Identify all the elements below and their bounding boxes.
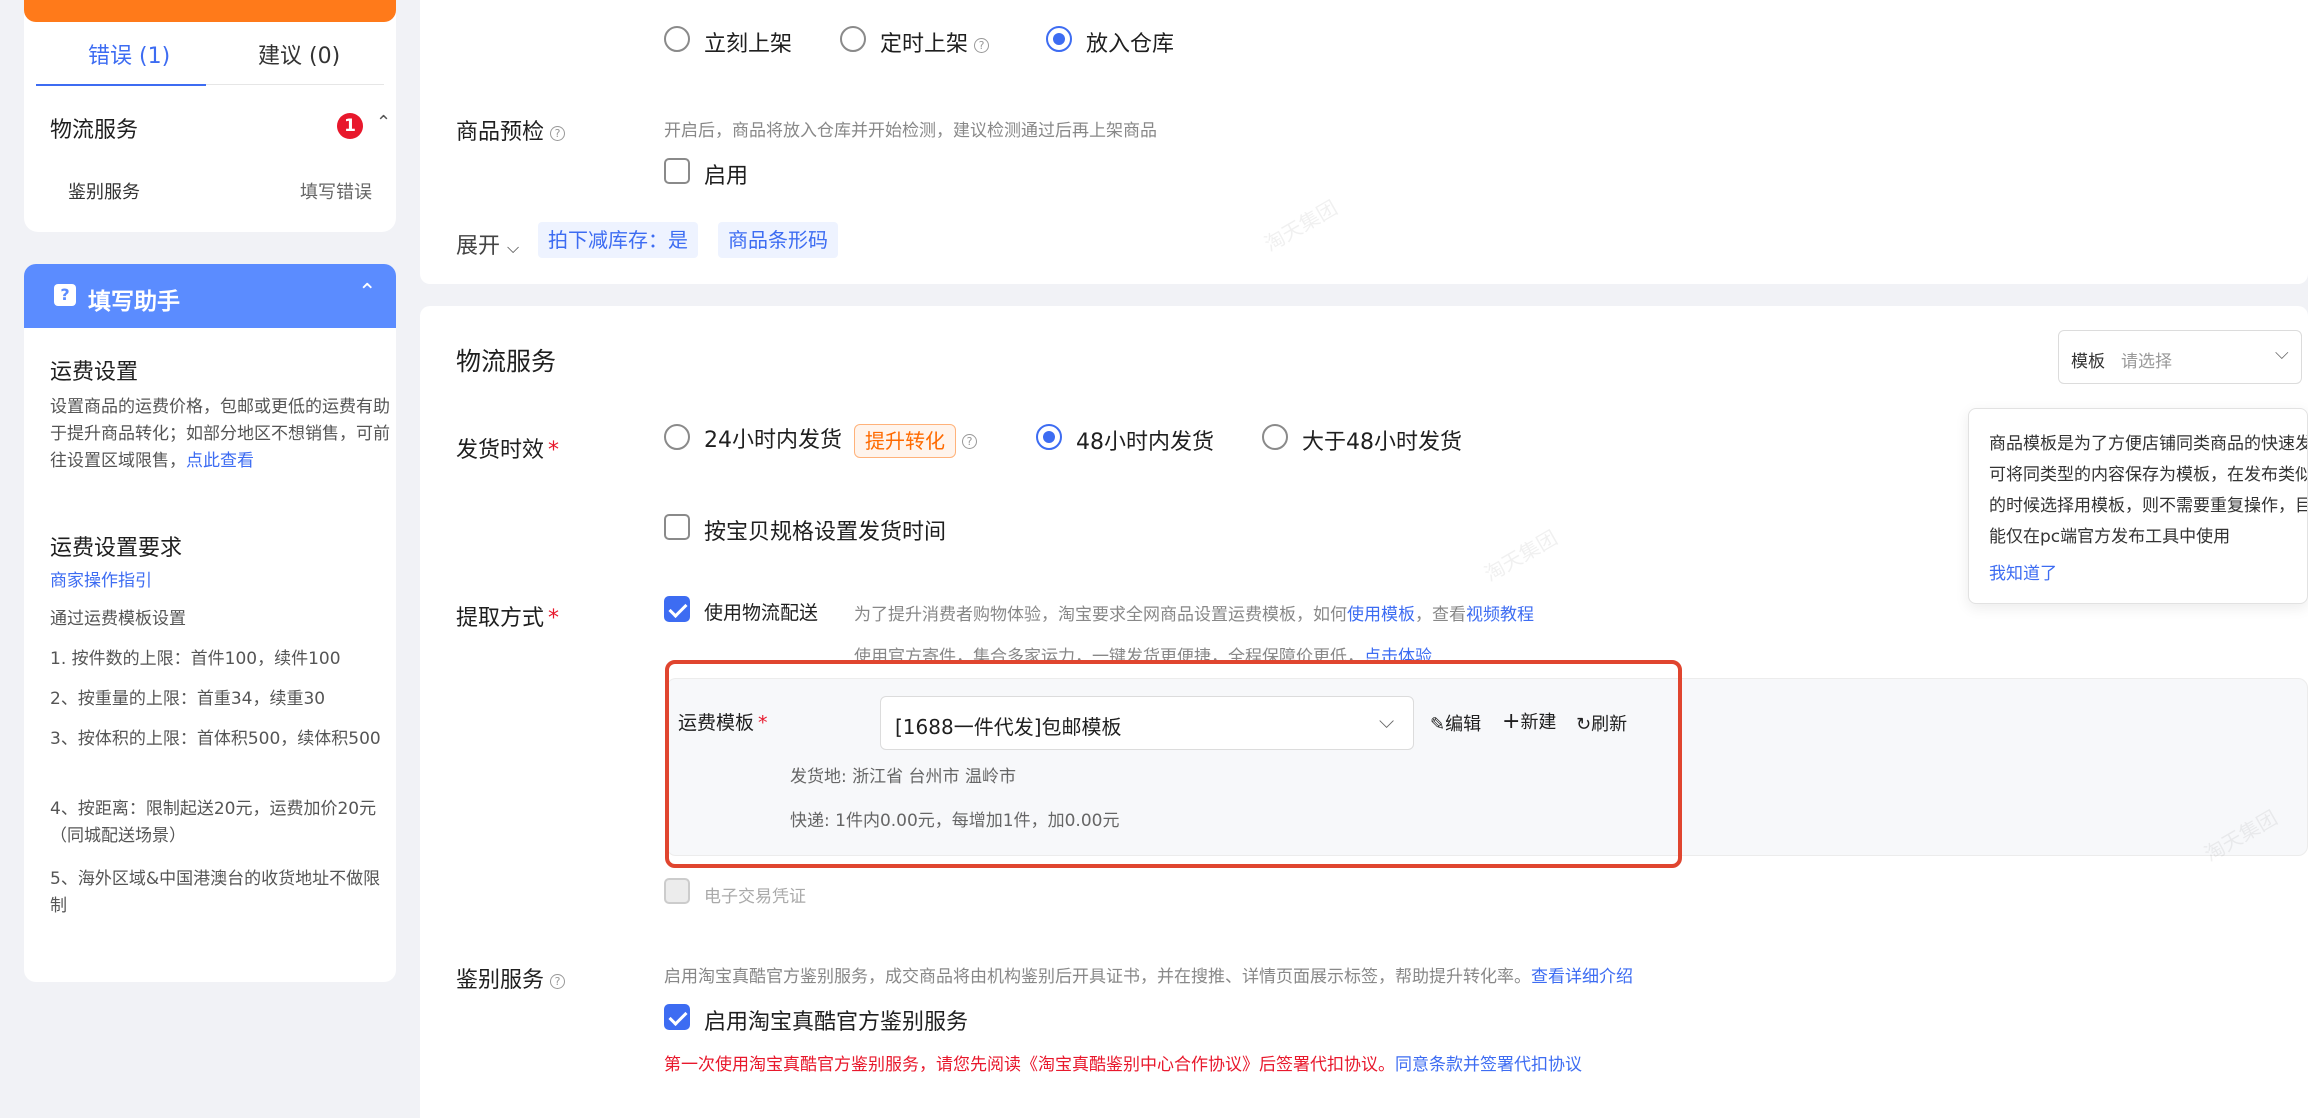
auth-warning: 第一次使用淘宝真酷官方鉴别服务，请您先阅读《淘宝真酷鉴别中心合作协议》后签署代扣… bbox=[664, 1055, 1582, 1075]
use-template-link[interactable]: 使用模板 bbox=[1347, 605, 1415, 625]
pickup-note: 为了提升消费者购物体验，淘宝要求全网商品设置运费模板，如何使用模板，查看视频教程 bbox=[854, 605, 1534, 625]
help-icon: ? bbox=[54, 284, 76, 306]
template-select-label: 模板 bbox=[2071, 352, 2105, 372]
option-ship-48h[interactable]: 48小时内发货 bbox=[1076, 424, 1214, 456]
helper-header[interactable]: ? 填写助手 ⌃ bbox=[24, 264, 396, 328]
error-tabs: 错误 (1) 建议 (0) bbox=[24, 38, 396, 84]
tab-suggestions[interactable]: 建议 (0) bbox=[258, 38, 340, 70]
help-icon[interactable]: ? bbox=[550, 125, 566, 141]
chevron-up-icon[interactable]: ⌃ bbox=[358, 280, 376, 305]
error-count-badge: 1 bbox=[337, 113, 363, 139]
req-intro: 通过运费模板设置 bbox=[50, 609, 186, 629]
highlight-box bbox=[665, 660, 1682, 868]
tooltip-arrow bbox=[2169, 409, 2195, 421]
option-scheduled[interactable]: 定时上架? bbox=[880, 26, 990, 58]
option-warehouse[interactable]: 放入仓库 bbox=[1086, 26, 1174, 58]
tab-active-indicator bbox=[36, 84, 206, 86]
radio-ship-over-48h[interactable] bbox=[1262, 424, 1288, 450]
expand-toggle[interactable]: 展开 ⌵ bbox=[456, 228, 519, 260]
error-item-name[interactable]: 鉴别服务 bbox=[68, 178, 140, 204]
error-panel: 错误 (1) 建议 (0) 物流服务 1 ⌃ 鉴别服务 填写错误 bbox=[24, 0, 396, 232]
freight-desc: 设置商品的运费价格，包邮或更低的运费有助于提升商品转化；如部分地区不想销售，可前… bbox=[50, 397, 390, 471]
rule-item: 4、按距离：限制起送20元，运费加价20元（同城配送场景） bbox=[50, 799, 377, 846]
freight-link[interactable]: 点此查看 bbox=[186, 451, 254, 471]
tooltip-ok-link[interactable]: 我知道了 bbox=[1989, 559, 2057, 584]
precheck-enable-label[interactable]: 启用 bbox=[704, 158, 748, 190]
option-ship-over-48h[interactable]: 大于48小时发货 bbox=[1302, 424, 1462, 456]
template-select[interactable]: 模板 请选择 ⌵ bbox=[2058, 330, 2302, 384]
rule-item: 3、按体积的上限：首体积500，续体积500 bbox=[50, 729, 381, 749]
ship-time-label: 发货时效 * bbox=[456, 438, 560, 463]
helper-title: 填写助手 bbox=[88, 289, 180, 315]
chevron-up-icon[interactable]: ⌃ bbox=[376, 112, 391, 133]
freight-title: 运费设置 bbox=[50, 360, 139, 385]
pickup-label: 提取方式 * bbox=[456, 606, 560, 631]
auth-checkbox[interactable] bbox=[664, 1004, 690, 1030]
error-panel-header bbox=[24, 0, 396, 22]
listing-card: 立刻上架 定时上架? 放入仓库 商品预检? 开启后，商品将放入仓库并开始检测，建… bbox=[420, 0, 2308, 284]
chevron-down-icon: ⌵ bbox=[507, 238, 520, 257]
tag-barcode[interactable]: 商品条形码 bbox=[718, 222, 838, 258]
help-icon[interactable]: ? bbox=[962, 433, 977, 449]
sign-agreement-link[interactable]: 同意条款并签署代扣协议 bbox=[1395, 1055, 1582, 1075]
tab-errors[interactable]: 错误 (1) bbox=[88, 38, 170, 70]
auth-desc: 启用淘宝真酷官方鉴别服务，成交商品将由机构鉴别后开具证书，并在搜推、详情页面展示… bbox=[664, 967, 1633, 987]
rule-item: 1. 按件数的上限：首件100，续件100 bbox=[50, 649, 341, 669]
official-shipping-note: 使用官方寄件，集合多家运力，一键发货更便捷，全程保障价更低，点击体验 bbox=[854, 642, 1432, 662]
precheck-desc: 开启后，商品将放入仓库并开始检测，建议检测通过后再上架商品 bbox=[664, 121, 1157, 141]
template-tooltip: 商品模板是为了方便店铺同类商品的快速发布，可将同类型的内容保存为模板，在发布类似… bbox=[1968, 408, 2308, 604]
helper-body: 运费设置 设置商品的运费价格，包邮或更低的运费有助于提升商品转化；如部分地区不想… bbox=[24, 328, 396, 982]
radio-scheduled[interactable] bbox=[840, 26, 866, 52]
tag-stock[interactable]: 拍下减库存：是 bbox=[538, 222, 698, 258]
radio-list-now[interactable] bbox=[664, 26, 690, 52]
precheck-label: 商品预检? bbox=[456, 114, 566, 146]
rule-item: 2、按重量的上限：首重34，续重30 bbox=[50, 689, 326, 709]
template-select-placeholder: 请选择 bbox=[2121, 352, 2172, 372]
rule-item: 5、海外区域&中国港澳台的收货地址不做限制 bbox=[50, 869, 381, 916]
per-sku-label[interactable]: 按宝贝规格设置发货时间 bbox=[704, 514, 946, 546]
auth-detail-link[interactable]: 查看详细介绍 bbox=[1531, 967, 1633, 987]
option-list-now[interactable]: 立刻上架 bbox=[704, 26, 792, 58]
radio-ship-24h[interactable] bbox=[664, 424, 690, 450]
e-voucher-checkbox bbox=[664, 878, 690, 904]
radio-warehouse[interactable] bbox=[1046, 26, 1072, 52]
auth-checkbox-label[interactable]: 启用淘宝真酷官方鉴别服务 bbox=[704, 1004, 968, 1036]
use-logistics-checkbox[interactable] bbox=[664, 596, 690, 622]
merchant-guide-link[interactable]: 商家操作指引 bbox=[50, 568, 390, 595]
requirement-title: 运费设置要求 bbox=[50, 536, 183, 561]
e-voucher-label: 电子交易凭证 bbox=[704, 887, 806, 907]
option-ship-24h[interactable]: 24小时内发货 提升转化? bbox=[704, 422, 977, 458]
precheck-checkbox[interactable] bbox=[664, 158, 690, 184]
chevron-down-icon: ⌵ bbox=[2275, 343, 2289, 364]
radio-ship-48h[interactable] bbox=[1036, 424, 1062, 450]
auth-label: 鉴别服务? bbox=[456, 962, 566, 994]
logistics-title: 物流服务 bbox=[456, 347, 557, 376]
tooltip-text: 商品模板是为了方便店铺同类商品的快速发布，可将同类型的内容保存为模板，在发布类似… bbox=[1989, 434, 2308, 547]
per-sku-checkbox[interactable] bbox=[664, 514, 690, 540]
use-logistics-label[interactable]: 使用物流配送 bbox=[704, 598, 818, 625]
video-tutorial-link[interactable]: 视频教程 bbox=[1466, 605, 1534, 625]
error-item-status: 填写错误 bbox=[300, 182, 372, 203]
help-icon[interactable]: ? bbox=[550, 973, 566, 989]
conversion-badge: 提升转化 bbox=[854, 424, 956, 458]
help-icon[interactable]: ? bbox=[974, 37, 990, 53]
error-section-title[interactable]: 物流服务 bbox=[50, 112, 138, 144]
